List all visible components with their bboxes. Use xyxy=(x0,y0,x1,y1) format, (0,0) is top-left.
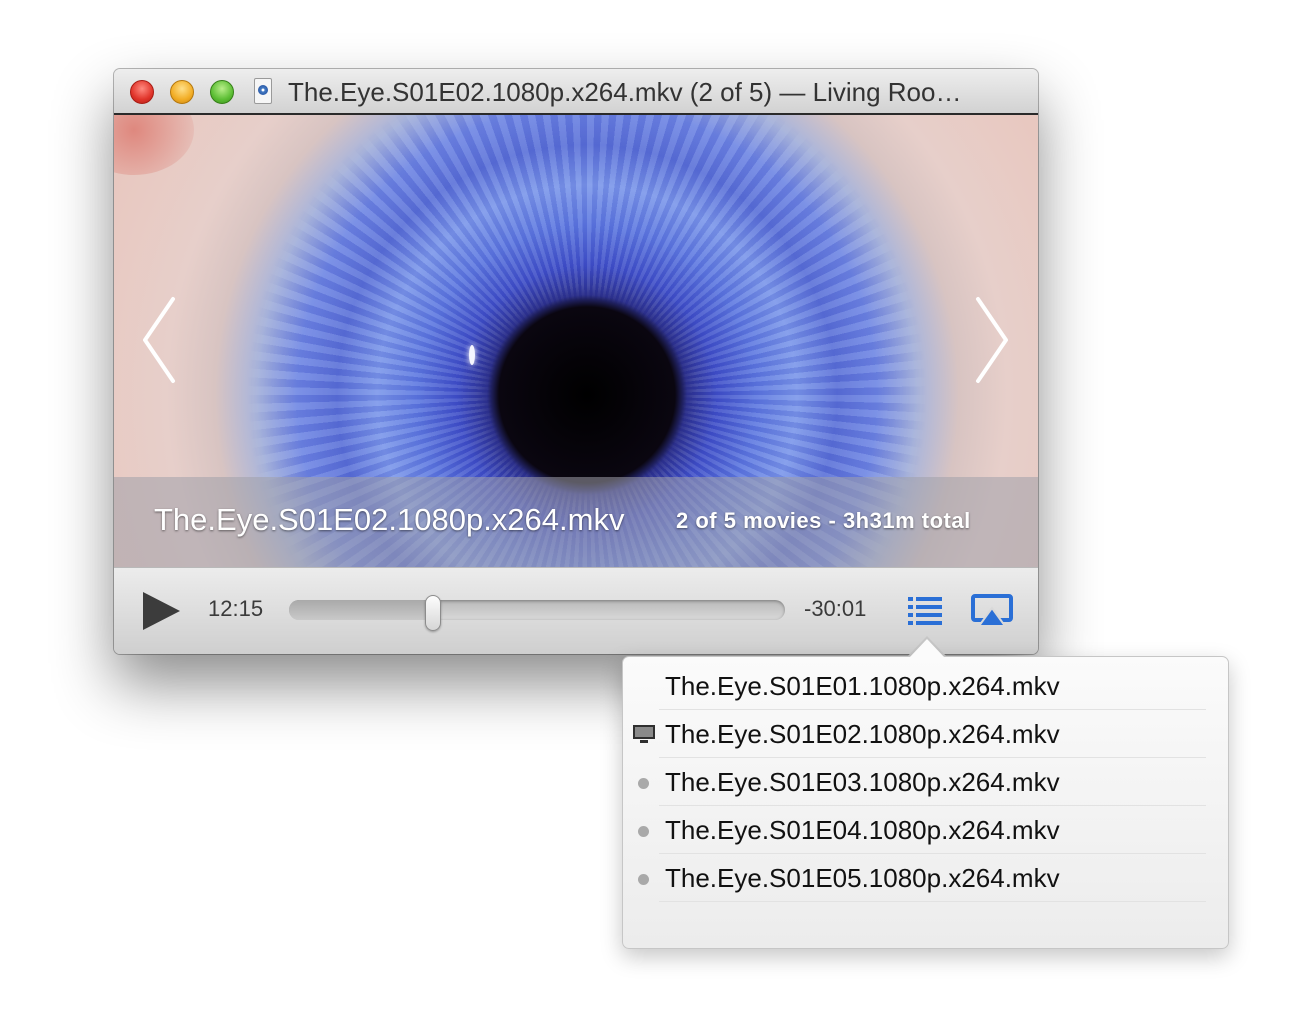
playlist-item-label: The.Eye.S01E05.1080p.x264.mkv xyxy=(665,863,1060,893)
play-icon[interactable] xyxy=(140,590,182,632)
player-window: The.Eye.S01E02.1080p.x264.mkv (2 of 5) —… xyxy=(114,69,1038,654)
chevron-left-icon[interactable] xyxy=(139,295,179,385)
scrubber-progress xyxy=(289,600,433,620)
playlist-item-label: The.Eye.S01E02.1080p.x264.mkv xyxy=(665,719,1060,749)
video-highlight xyxy=(469,345,475,365)
playlist-item[interactable]: The.Eye.S01E02.1080p.x264.mkv xyxy=(623,710,1228,758)
time-remaining: -30:01 xyxy=(804,596,867,621)
zoom-button[interactable] xyxy=(210,80,234,104)
scrubber-thumb[interactable] xyxy=(424,595,441,631)
playlist-item[interactable]: The.Eye.S01E03.1080p.x264.mkv xyxy=(623,758,1228,806)
unwatched-dot-icon xyxy=(638,778,649,789)
playlist: The.Eye.S01E01.1080p.x264.mkv The.Eye.S0… xyxy=(623,662,1228,902)
monitor-icon xyxy=(633,725,655,743)
minimize-button[interactable] xyxy=(170,80,194,104)
close-button[interactable] xyxy=(130,80,154,104)
unwatched-dot-icon xyxy=(638,826,649,837)
playlist-item-label: The.Eye.S01E03.1080p.x264.mkv xyxy=(665,767,1060,797)
video-eyelid xyxy=(114,115,194,175)
caption-info: 2 of 5 movies - 3h31m total xyxy=(676,508,971,533)
mkv-file-icon[interactable] xyxy=(254,78,272,104)
playlist-item-label: The.Eye.S01E04.1080p.x264.mkv xyxy=(665,815,1060,845)
playlist-item[interactable]: The.Eye.S01E04.1080p.x264.mkv xyxy=(623,806,1228,854)
list-icon[interactable] xyxy=(908,596,942,626)
window-title: The.Eye.S01E02.1080p.x264.mkv (2 of 5) —… xyxy=(288,77,962,107)
chevron-right-icon[interactable] xyxy=(972,295,1012,385)
playlist-item[interactable]: The.Eye.S01E01.1080p.x264.mkv xyxy=(623,662,1228,710)
stage: The.Eye.S01E02.1080p.x264.mkv (2 of 5) —… xyxy=(0,0,1304,1032)
video-frame[interactable]: The.Eye.S01E02.1080p.x264.mkv 2 of 5 mov… xyxy=(114,115,1038,567)
unwatched-dot-icon xyxy=(638,874,649,885)
divider xyxy=(659,901,1206,902)
caption-bar: The.Eye.S01E02.1080p.x264.mkv 2 of 5 mov… xyxy=(114,477,1038,567)
control-bar: 12:15 -30:01 xyxy=(114,567,1038,654)
popover-arrow-fill xyxy=(909,639,945,658)
playlist-popover: The.Eye.S01E01.1080p.x264.mkv The.Eye.S0… xyxy=(622,656,1229,949)
title-bar[interactable]: The.Eye.S01E02.1080p.x264.mkv (2 of 5) —… xyxy=(114,69,1038,115)
playlist-item[interactable]: The.Eye.S01E05.1080p.x264.mkv xyxy=(623,854,1228,902)
scrubber-track[interactable] xyxy=(289,595,785,631)
disc-icon xyxy=(258,85,268,95)
playlist-item-label: The.Eye.S01E01.1080p.x264.mkv xyxy=(665,671,1060,701)
caption-title: The.Eye.S01E02.1080p.x264.mkv xyxy=(154,502,625,537)
airplay-icon[interactable] xyxy=(971,594,1013,628)
time-elapsed: 12:15 xyxy=(208,596,264,621)
